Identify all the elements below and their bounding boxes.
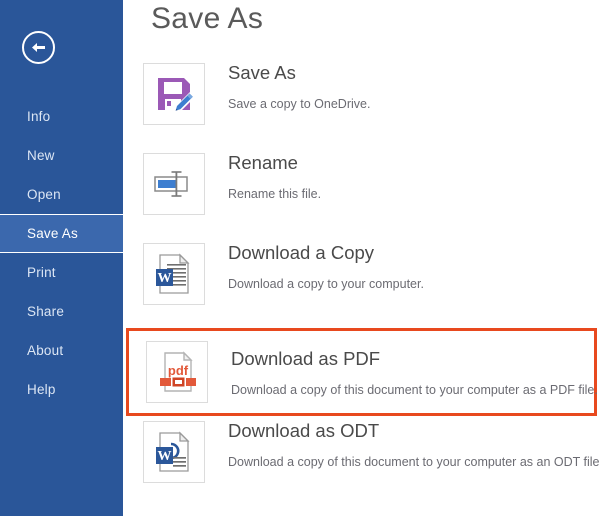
option-description: Save a copy to OneDrive. [228,96,370,112]
option-icon-box: W [143,243,205,305]
option-title: Download as PDF [231,347,598,371]
main-panel: Save As [123,0,600,516]
option-text: Save As Save a copy to OneDrive. [228,58,370,112]
sidebar-nav-list: Info New Open Save As Print Share About … [0,97,123,409]
option-title: Download a Copy [228,241,424,265]
option-description: Download a copy of this document to your… [231,382,598,398]
floppy-disk-pencil-icon [154,74,194,114]
option-rename[interactable]: Rename Rename this file. [123,148,600,238]
sidebar-item-share[interactable]: Share [0,292,123,331]
option-icon-box [143,63,205,125]
option-icon-box: W [143,421,205,483]
sidebar-item-print[interactable]: Print [0,253,123,292]
option-description: Download a copy to your computer. [228,276,424,292]
sidebar-item-label: About [27,343,63,358]
sidebar-item-about[interactable]: About [0,331,123,370]
option-icon-box [143,153,205,215]
textbox-cursor-icon [153,167,195,201]
svg-text:W: W [158,271,172,286]
option-description: Rename this file. [228,186,321,202]
svg-text:W: W [158,449,172,464]
option-title: Download as ODT [228,419,600,443]
sidebar-item-help[interactable]: Help [0,370,123,409]
option-title: Save As [228,61,370,85]
sidebar-item-open[interactable]: Open [0,175,123,214]
save-as-options-list: Save As Save a copy to OneDrive. [123,58,600,506]
sidebar: Info New Open Save As Print Share About … [0,0,123,516]
option-download-as-odt[interactable]: W Download as ODT Download a copy of thi… [123,416,600,506]
svg-text:pdf: pdf [168,363,189,378]
pdf-document-icon: pdf [157,351,197,393]
sidebar-item-label: Print [27,265,56,280]
option-description: Download a copy of this document to your… [228,454,600,470]
option-text: Download as ODT Download a copy of this … [228,416,600,470]
sidebar-item-label: Save As [27,226,78,241]
option-save-as[interactable]: Save As Save a copy to OneDrive. [123,58,600,148]
option-download-a-copy[interactable]: W Download a Copy Download a copy to you… [123,238,600,328]
option-download-as-pdf[interactable]: pdf Download as PDF Download a copy of t… [126,328,597,416]
word-document-icon: W [154,253,194,295]
sidebar-item-label: Help [27,382,56,397]
sidebar-item-new[interactable]: New [0,136,123,175]
sidebar-item-info[interactable]: Info [0,97,123,136]
option-title: Rename [228,151,321,175]
option-icon-box: pdf [146,341,208,403]
sidebar-item-label: Open [27,187,61,202]
save-as-backstage-view: Info New Open Save As Print Share About … [0,0,600,516]
option-text: Rename Rename this file. [228,148,321,202]
page-title: Save As [151,2,263,36]
option-text: Download as PDF Download a copy of this … [231,347,598,398]
sidebar-item-label: Info [27,109,50,124]
sidebar-item-label: Share [27,304,64,319]
back-button[interactable] [22,31,55,64]
back-arrow-icon [30,41,47,54]
option-text: Download a Copy Download a copy to your … [228,238,424,292]
sidebar-item-save-as[interactable]: Save As [0,214,123,253]
word-convert-document-icon: W [154,431,194,473]
sidebar-item-label: New [27,148,55,163]
